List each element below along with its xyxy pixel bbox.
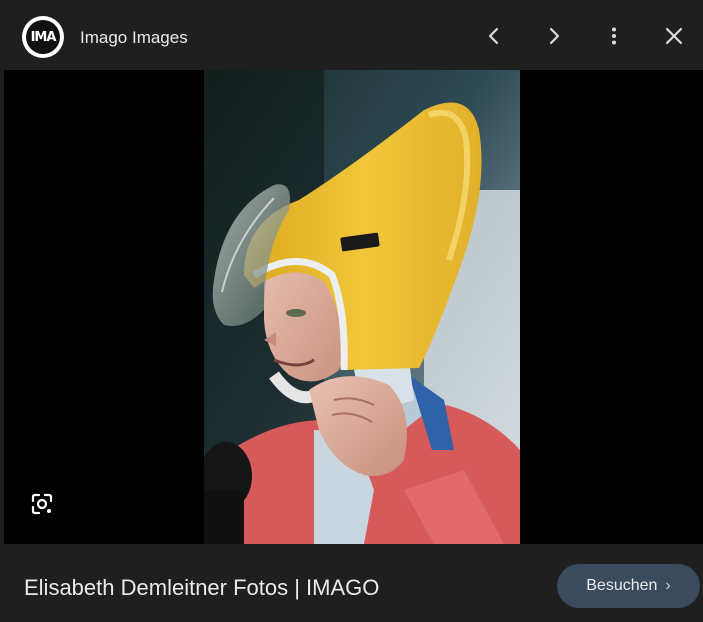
image-title-link[interactable]: Elisabeth Demleitner Fotos | IMAGO <box>24 575 379 601</box>
lens-search-button[interactable] <box>26 488 58 520</box>
chevron-right-icon: › <box>665 577 671 594</box>
chevron-right-icon <box>549 27 560 45</box>
image-preview-panel: IMA Imago Images Elisabeth Demleitner Fo… <box>0 0 703 622</box>
source-name[interactable]: Imago Images <box>80 28 188 48</box>
preview-footer: Elisabeth Demleitner Fotos | IMAGO Besuc… <box>0 544 703 622</box>
next-button[interactable] <box>538 20 570 52</box>
visit-button-label: Besuchen <box>586 577 658 594</box>
google-lens-icon <box>31 493 53 515</box>
chevron-left-icon <box>488 27 499 45</box>
preview-header: IMA Imago Images <box>0 0 703 70</box>
close-icon <box>665 27 683 45</box>
close-button[interactable] <box>658 20 690 52</box>
previous-button[interactable] <box>478 20 510 52</box>
visit-button[interactable]: Besuchen › <box>557 564 700 608</box>
preview-photo[interactable] <box>204 70 520 544</box>
more-vertical-icon <box>612 27 616 45</box>
source-logo-text: IMA <box>26 20 60 54</box>
luge-athlete-photo <box>204 70 520 544</box>
image-viewer[interactable] <box>4 70 703 544</box>
more-options-button[interactable] <box>598 20 630 52</box>
source-logo[interactable]: IMA <box>22 16 64 58</box>
